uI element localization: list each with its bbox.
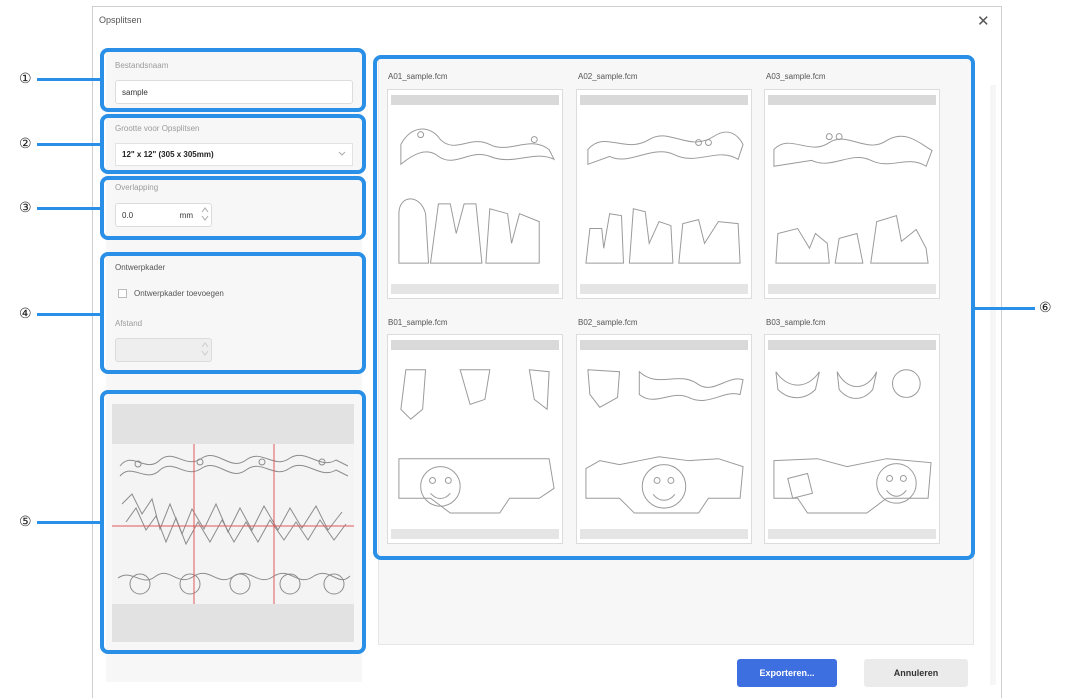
callout-number-6: ⑥ <box>1039 299 1052 315</box>
callout-number-1: ① <box>19 70 32 86</box>
cancel-button[interactable]: Annuleren <box>864 659 968 687</box>
callout-number-5: ⑤ <box>19 513 32 529</box>
callout-number-2: ② <box>19 135 32 151</box>
highlight-box-3 <box>100 176 366 240</box>
highlight-box-4 <box>100 252 366 374</box>
highlight-box-5 <box>100 390 366 654</box>
callout-line-4 <box>37 313 101 316</box>
callout-number-3: ③ <box>19 199 32 215</box>
export-button[interactable]: Exporteren... <box>737 659 837 687</box>
highlight-box-2 <box>100 114 366 174</box>
dialog-scrollbar[interactable] <box>990 85 996 685</box>
callout-line-1 <box>37 78 101 81</box>
callout-line-3 <box>37 207 101 210</box>
callout-line-2 <box>37 143 101 146</box>
close-icon[interactable]: ✕ <box>977 12 990 30</box>
dialog-title: Opsplitsen <box>99 15 142 25</box>
callout-line-6 <box>975 307 1035 310</box>
highlight-box-6 <box>373 55 975 560</box>
callout-number-4: ④ <box>19 305 32 321</box>
callout-line-5 <box>37 521 101 524</box>
highlight-box-1 <box>100 48 366 112</box>
